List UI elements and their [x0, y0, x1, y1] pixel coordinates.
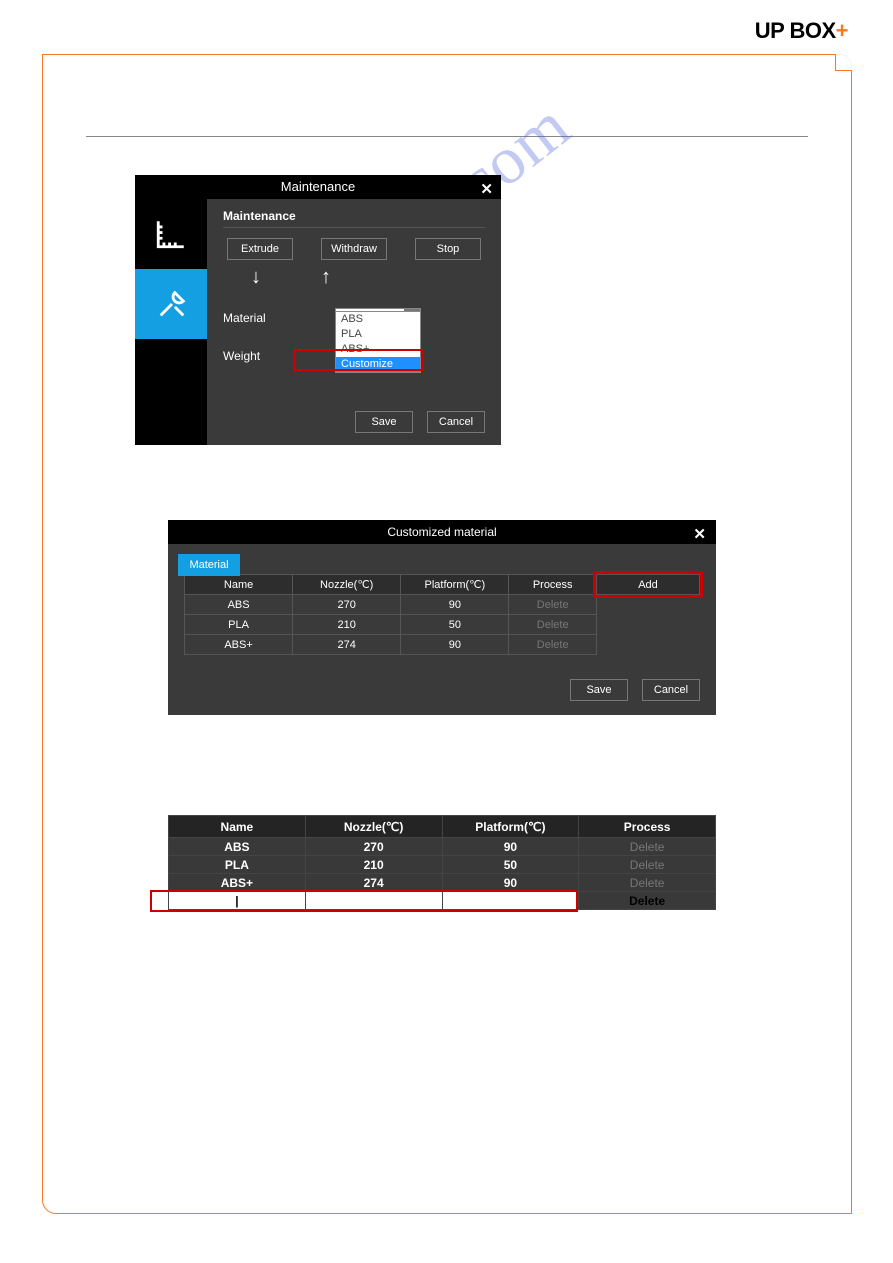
material-edit-table: Name Nozzle(℃) Platform(℃) Process ABS 2… [168, 815, 716, 910]
brand-logo: UP BOX+ [755, 18, 848, 44]
delete-button[interactable]: Delete [579, 838, 716, 856]
delete-button[interactable]: Delete [579, 892, 716, 910]
sidebar-item-maintenance[interactable] [135, 269, 209, 339]
add-button[interactable]: Add [596, 575, 699, 595]
stop-button[interactable]: Stop [415, 238, 481, 260]
col-name: Name [169, 816, 306, 838]
save-button[interactable]: Save [355, 411, 413, 433]
col-platform: Platform(℃) [442, 816, 579, 838]
customized-material-dialog: Customized material ✕ Material Name Nozz… [168, 520, 716, 715]
highlight-add [593, 571, 703, 598]
table-row: ABS 270 90 Delete [169, 838, 716, 856]
material-table: Name Nozzle(℃) Platform(℃) Process Add A… [184, 574, 700, 655]
col-nozzle: Nozzle(℃) [305, 816, 442, 838]
logo-text: UP BOX [755, 18, 836, 43]
delete-button[interactable]: Delete [579, 856, 716, 874]
col-name: Name [185, 575, 293, 595]
col-process: Process [579, 816, 716, 838]
cancel-button[interactable]: Cancel [642, 679, 700, 701]
table-row: ABS+ 274 90 Delete [169, 874, 716, 892]
save-button[interactable]: Save [570, 679, 628, 701]
cancel-button[interactable]: Cancel [427, 411, 485, 433]
delete-button[interactable]: Delete [509, 635, 597, 655]
tools-icon [155, 287, 189, 321]
logo-plus: + [836, 18, 848, 43]
arrow-up-icon: ↑ [321, 266, 331, 289]
maintenance-section-label: Maintenance [223, 209, 485, 228]
table-row: PLA 210 50 Delete [169, 856, 716, 874]
highlight-new-row [150, 890, 578, 912]
withdraw-button[interactable]: Withdraw [321, 238, 387, 260]
delete-button[interactable]: Delete [579, 874, 716, 892]
extrude-button[interactable]: Extrude [227, 238, 293, 260]
top-divider [86, 136, 808, 137]
col-process: Process [509, 575, 597, 595]
maintenance-titlebar: Maintenance ✕ [135, 175, 501, 199]
material-tab[interactable]: Material [178, 554, 240, 576]
sidebar-item-calibrate[interactable] [135, 199, 207, 269]
highlight-customize [294, 349, 424, 371]
col-nozzle: Nozzle(℃) [293, 575, 401, 595]
delete-button[interactable]: Delete [509, 595, 597, 615]
maintenance-title-text: Maintenance [281, 179, 355, 194]
arrow-down-icon: ↓ [251, 266, 261, 289]
customized-titlebar: Customized material ✕ [168, 520, 716, 544]
option-pla[interactable]: PLA [336, 327, 420, 342]
sidebar [135, 199, 207, 339]
maintenance-dialog: Maintenance ✕ Maintenance Extrude Withdr… [135, 175, 501, 445]
maintenance-body: Maintenance Extrude Withdraw Stop ↓ ↑ Ma… [207, 199, 501, 445]
col-platform: Platform(℃) [401, 575, 509, 595]
ruler-icon [154, 217, 188, 251]
material-label: Material [223, 311, 335, 325]
customized-title-text: Customized material [387, 525, 496, 539]
delete-button[interactable]: Delete [509, 615, 597, 635]
option-abs[interactable]: ABS [336, 312, 420, 327]
